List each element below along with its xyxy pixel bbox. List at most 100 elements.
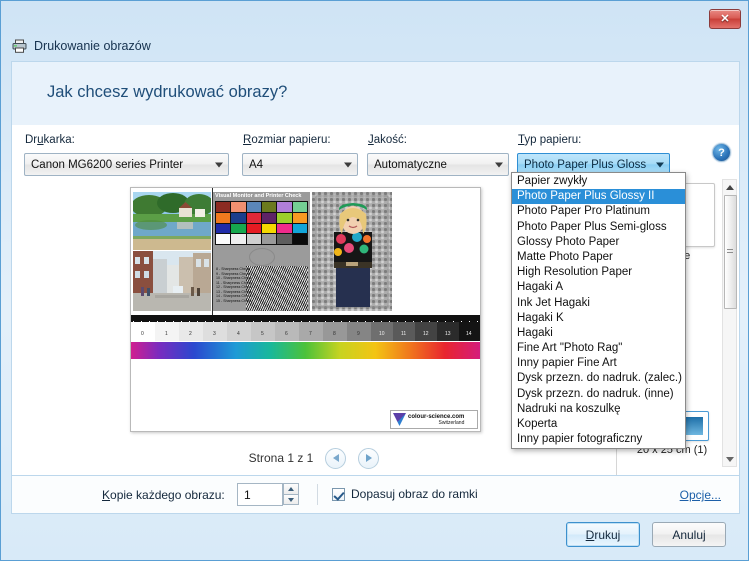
copies-label: Kopie każdego obrazu:: [102, 488, 225, 502]
cancel-button[interactable]: Anuluj: [652, 522, 726, 547]
dropdown-option[interactable]: Dysk przezn. do nadruk. (zalec.): [512, 371, 685, 386]
next-page-button[interactable]: [358, 447, 380, 469]
sharpness-labels: 8 - Sharpness Check 9 - Sharpness Check …: [216, 267, 252, 303]
sharpness-line: 15 - Sharpness Check: [216, 298, 252, 303]
preview-sheet[interactable]: Visual Monitor and Printer Check 8 - Sha…: [130, 187, 481, 432]
paper-type-value: Photo Paper Plus Gloss: [524, 158, 647, 171]
svg-text:7: 7: [309, 331, 312, 337]
color-spectrum-bar: [131, 342, 480, 359]
copies-input[interactable]: [237, 483, 283, 506]
brand-text: colour-science.com Switzerland: [408, 414, 464, 426]
brand-country: Switzerland: [438, 419, 465, 426]
quality-combobox[interactable]: Automatyczne: [367, 153, 509, 176]
svg-text:0: 0: [141, 331, 144, 337]
chevron-down-icon: [495, 162, 503, 167]
dropdown-option[interactable]: Inny papier fotograficzny: [512, 432, 685, 447]
close-button[interactable]: ✕: [709, 9, 741, 29]
paper-size-combobox[interactable]: A4: [242, 153, 358, 176]
printer-icon: [12, 39, 27, 53]
brand-logo-icon: [393, 413, 406, 426]
paper-size-label: Rozmiar papieru:: [243, 134, 331, 146]
page-status: Strona 1 z 1: [248, 451, 314, 465]
dropdown-option[interactable]: Photo Paper Plus Semi-gloss: [512, 220, 685, 235]
paper-type-label: Typ papieru:: [518, 134, 582, 146]
scrollbar-thumb[interactable]: [724, 195, 737, 309]
svg-text:11: 11: [401, 331, 406, 337]
moire-pattern: [246, 266, 308, 311]
svg-text:6: 6: [285, 331, 288, 337]
dropdown-option[interactable]: Nadruki na koszulkę: [512, 402, 685, 417]
sharpness-line: 14 - Sharpness Check: [216, 294, 252, 298]
printer-combobox[interactable]: Canon MG6200 series Printer: [24, 153, 229, 176]
options-link[interactable]: Opcje...: [680, 488, 721, 502]
svg-text:13: 13: [445, 331, 451, 337]
chevron-down-icon: [215, 162, 223, 167]
dropdown-option[interactable]: Inny papier Fine Art: [512, 356, 685, 371]
close-icon: ✕: [720, 12, 730, 25]
dropdown-option[interactable]: Matte Photo Paper: [512, 250, 685, 265]
title-bar: ✕ Drukowanie obrazów: [2, 2, 749, 59]
copies-decrement-button[interactable]: [283, 494, 299, 505]
dropdown-option[interactable]: Dysk przezn. do nadruk. (inne): [512, 387, 685, 402]
preview-photo-portrait: [312, 192, 392, 311]
svg-text:8: 8: [333, 331, 336, 337]
preview-color-chart: Visual Monitor and Printer Check 8 - Sha…: [213, 192, 310, 311]
copies-stepper[interactable]: [237, 483, 299, 506]
scroll-down-icon[interactable]: [723, 452, 736, 466]
scroll-up-icon[interactable]: [723, 180, 736, 194]
svg-text:12: 12: [423, 331, 429, 337]
previous-page-button[interactable]: [325, 447, 347, 469]
window-title: Drukowanie obrazów: [34, 39, 151, 53]
dropdown-option[interactable]: Glossy Photo Paper: [512, 235, 685, 250]
sharpness-line: 10 - Sharpness Check: [216, 276, 252, 280]
svg-text:3: 3: [213, 331, 216, 337]
print-button[interactable]: Drukuj: [566, 522, 640, 547]
dropdown-option[interactable]: Papier zwykły: [512, 174, 685, 189]
brand-watermark: colour-science.com Switzerland: [390, 410, 478, 429]
options-strip: Kopie każdego obrazu: Dopasuj obraz do r…: [11, 476, 740, 514]
fit-to-frame-checkbox[interactable]: Dopasuj obraz do ramki: [332, 487, 478, 501]
dropdown-option[interactable]: High Resolution Paper: [512, 265, 685, 280]
grayscale-step-wedge: 0 1 2 3 4 5 6 7 8 9 10 11 12 13 14: [131, 322, 480, 341]
svg-text:1: 1: [165, 331, 168, 337]
window-title-row: Drukowanie obrazów: [12, 35, 151, 57]
svg-text:9: 9: [357, 331, 360, 337]
printer-value: Canon MG6200 series Printer: [31, 158, 184, 171]
dropdown-option[interactable]: Photo Paper Pro Platinum: [512, 204, 685, 219]
preview-photo-street: [133, 251, 211, 311]
sharpness-line: 8 - Sharpness Check: [216, 267, 250, 271]
paper-type-dropdown-list[interactable]: Papier zwykły Photo Paper Plus Glossy II…: [511, 172, 686, 450]
quality-label: Jakość:: [368, 134, 407, 146]
sharpness-zone: 8 - Sharpness Check 9 - Sharpness Check …: [215, 266, 308, 311]
print-pictures-dialog: ✕ Drukowanie obrazów Jak chcesz wydrukow…: [0, 0, 749, 561]
header-band: Jak chcesz wydrukować obrazy?: [11, 61, 740, 125]
page-title: Jak chcesz wydrukować obrazy?: [47, 83, 288, 101]
dropdown-option[interactable]: Hagaki: [512, 326, 685, 341]
gray-circle-target: [249, 248, 275, 266]
color-swatch-grid: [215, 201, 308, 245]
paper-size-value: A4: [249, 158, 264, 171]
preview-artwork: Visual Monitor and Printer Check 8 - Sha…: [131, 188, 480, 431]
copies-spin-buttons[interactable]: [283, 483, 299, 506]
chart-title: Visual Monitor and Printer Check: [215, 193, 302, 199]
layout-scrollbar[interactable]: [722, 179, 737, 467]
dropdown-option[interactable]: Ink Jet Hagaki: [512, 296, 685, 311]
printer-label: Drukarka:: [25, 134, 75, 146]
dropdown-option[interactable]: Koperta: [512, 417, 685, 432]
chevron-down-icon: [656, 162, 664, 167]
help-icon[interactable]: ?: [712, 143, 731, 162]
copies-increment-button[interactable]: [283, 483, 299, 494]
svg-text:2: 2: [189, 331, 192, 337]
button-bar: Drukuj Anuluj: [11, 514, 740, 554]
dropdown-option[interactable]: Hagaki A: [512, 280, 685, 295]
svg-text:4: 4: [237, 331, 240, 337]
dropdown-option-selected[interactable]: Photo Paper Plus Glossy II: [512, 189, 685, 205]
chevron-left-icon: [332, 454, 339, 462]
ruler-strip: [131, 315, 480, 326]
dropdown-option[interactable]: Fine Art "Photo Rag": [512, 341, 685, 356]
caret-down-icon: [288, 497, 294, 502]
checkbox-checked-icon: [332, 487, 345, 501]
dropdown-option[interactable]: Hagaki K: [512, 311, 685, 326]
caret-up-icon: [288, 487, 294, 491]
brand-name: colour-science.com: [408, 413, 465, 420]
